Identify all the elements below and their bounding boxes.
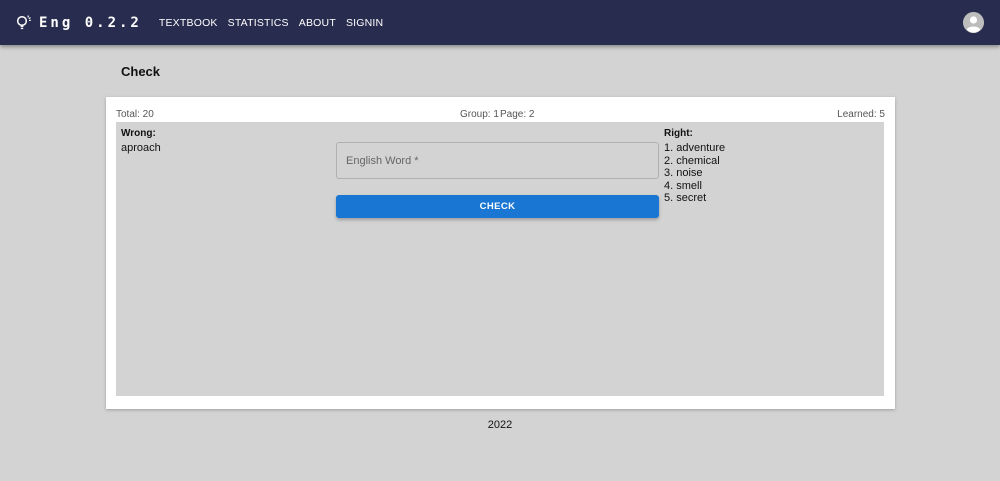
nav-textbook[interactable]: TEXTBOOK [154,17,223,29]
nav-statistics[interactable]: STATISTICS [223,17,294,29]
list-item: 1. adventure [664,142,726,154]
app-title: Eng 0.2.2 [39,14,142,31]
nav-about[interactable]: ABOUT [294,17,341,29]
list-item: 2. chemical [664,154,720,167]
right-heading: Right: [664,128,693,139]
right-words-list: 1. adventure 2. chemical 3. noise 4. sme… [664,142,725,205]
english-word-input[interactable] [337,143,658,178]
lightbulb-icon [15,14,33,32]
learned-count: Learned: 5 [837,109,885,120]
wrong-word: aproach [121,142,161,154]
right-words-panel: Right: 1. adventure 2. chemical 3. noise… [664,128,725,205]
list-item: 4. smell [664,179,702,192]
user-avatar-icon[interactable] [963,12,984,33]
wrong-words-panel: Wrong: aproach [121,128,161,155]
nav-signin[interactable]: SIGNIN [341,17,388,29]
check-area: Wrong: aproach CHECK Right: 1. adventure… [116,122,884,396]
wrong-heading: Wrong: [121,128,156,139]
total-count: Total: 20 [116,109,154,120]
list-item: 3. noise [664,167,703,180]
english-word-field[interactable] [336,142,659,179]
check-card: Total: 20 Group: 1 Page: 2 Learned: 5 Wr… [106,97,895,409]
footer-year: 2022 [487,419,513,431]
group-number: Group: 1 [460,109,499,120]
list-item: 5. secret [664,192,707,205]
main-nav: TEXTBOOK STATISTICS ABOUT SIGNIN [154,17,388,29]
page-title: Check [121,64,161,79]
brand[interactable]: Eng 0.2.2 [15,14,142,32]
top-app-bar: Eng 0.2.2 TEXTBOOK STATISTICS ABOUT SIGN… [0,0,1000,45]
page-number: Page: 2 [500,109,535,120]
check-button[interactable]: CHECK [336,195,659,218]
